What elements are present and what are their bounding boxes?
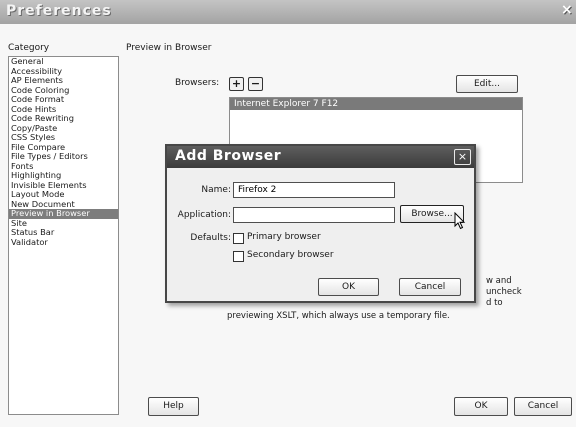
primary-browser-checkbox[interactable] (233, 233, 244, 244)
application-label: Application: (177, 210, 231, 220)
add-browser-button[interactable]: + (229, 77, 244, 91)
window-titlebar[interactable]: Preferences × (0, 0, 576, 25)
defaults-label: Defaults: (190, 233, 231, 243)
panel-note-line: uncheck (486, 287, 522, 297)
name-input[interactable] (233, 182, 395, 198)
dialog-ok-button[interactable]: OK (318, 278, 379, 296)
help-button[interactable]: Help (148, 397, 199, 416)
browsers-label: Browsers: (175, 78, 220, 88)
dialog-close-icon[interactable]: × (454, 149, 471, 165)
add-browser-dialog: Add Browser × Name: Application: Browse.… (165, 144, 476, 303)
category-list[interactable]: General Accessibility AP Elements Code Colo… (8, 56, 119, 415)
section-title: Preview in Browser (126, 43, 212, 53)
browser-list-item[interactable]: Internet Explorer 7 F12 (230, 98, 522, 110)
window-close-icon[interactable]: × (561, 2, 576, 20)
window-title: Preferences (6, 3, 112, 19)
ok-button[interactable]: OK (454, 397, 508, 416)
primary-browser-label: Primary browser (247, 232, 321, 242)
panel-note-line: d to (486, 298, 503, 308)
dialog-titlebar[interactable]: Add Browser × (167, 146, 474, 168)
category-item[interactable]: Validator (9, 237, 118, 248)
dialog-cancel-button[interactable]: Cancel (399, 278, 461, 296)
cancel-button[interactable]: Cancel (514, 397, 572, 416)
mouse-cursor-icon (454, 212, 466, 230)
application-input[interactable] (233, 207, 395, 223)
name-label: Name: (201, 185, 231, 195)
secondary-browser-checkbox[interactable] (233, 251, 244, 262)
remove-browser-button[interactable]: − (248, 77, 263, 91)
panel-note-line: w and (486, 276, 512, 286)
secondary-browser-label: Secondary browser (247, 250, 334, 260)
dialog-title: Add Browser (175, 148, 282, 164)
panel-note-line: previewing XSLT, which always use a temp… (227, 311, 450, 321)
edit-button[interactable]: Edit... (456, 75, 518, 93)
category-label: Category (8, 43, 50, 53)
